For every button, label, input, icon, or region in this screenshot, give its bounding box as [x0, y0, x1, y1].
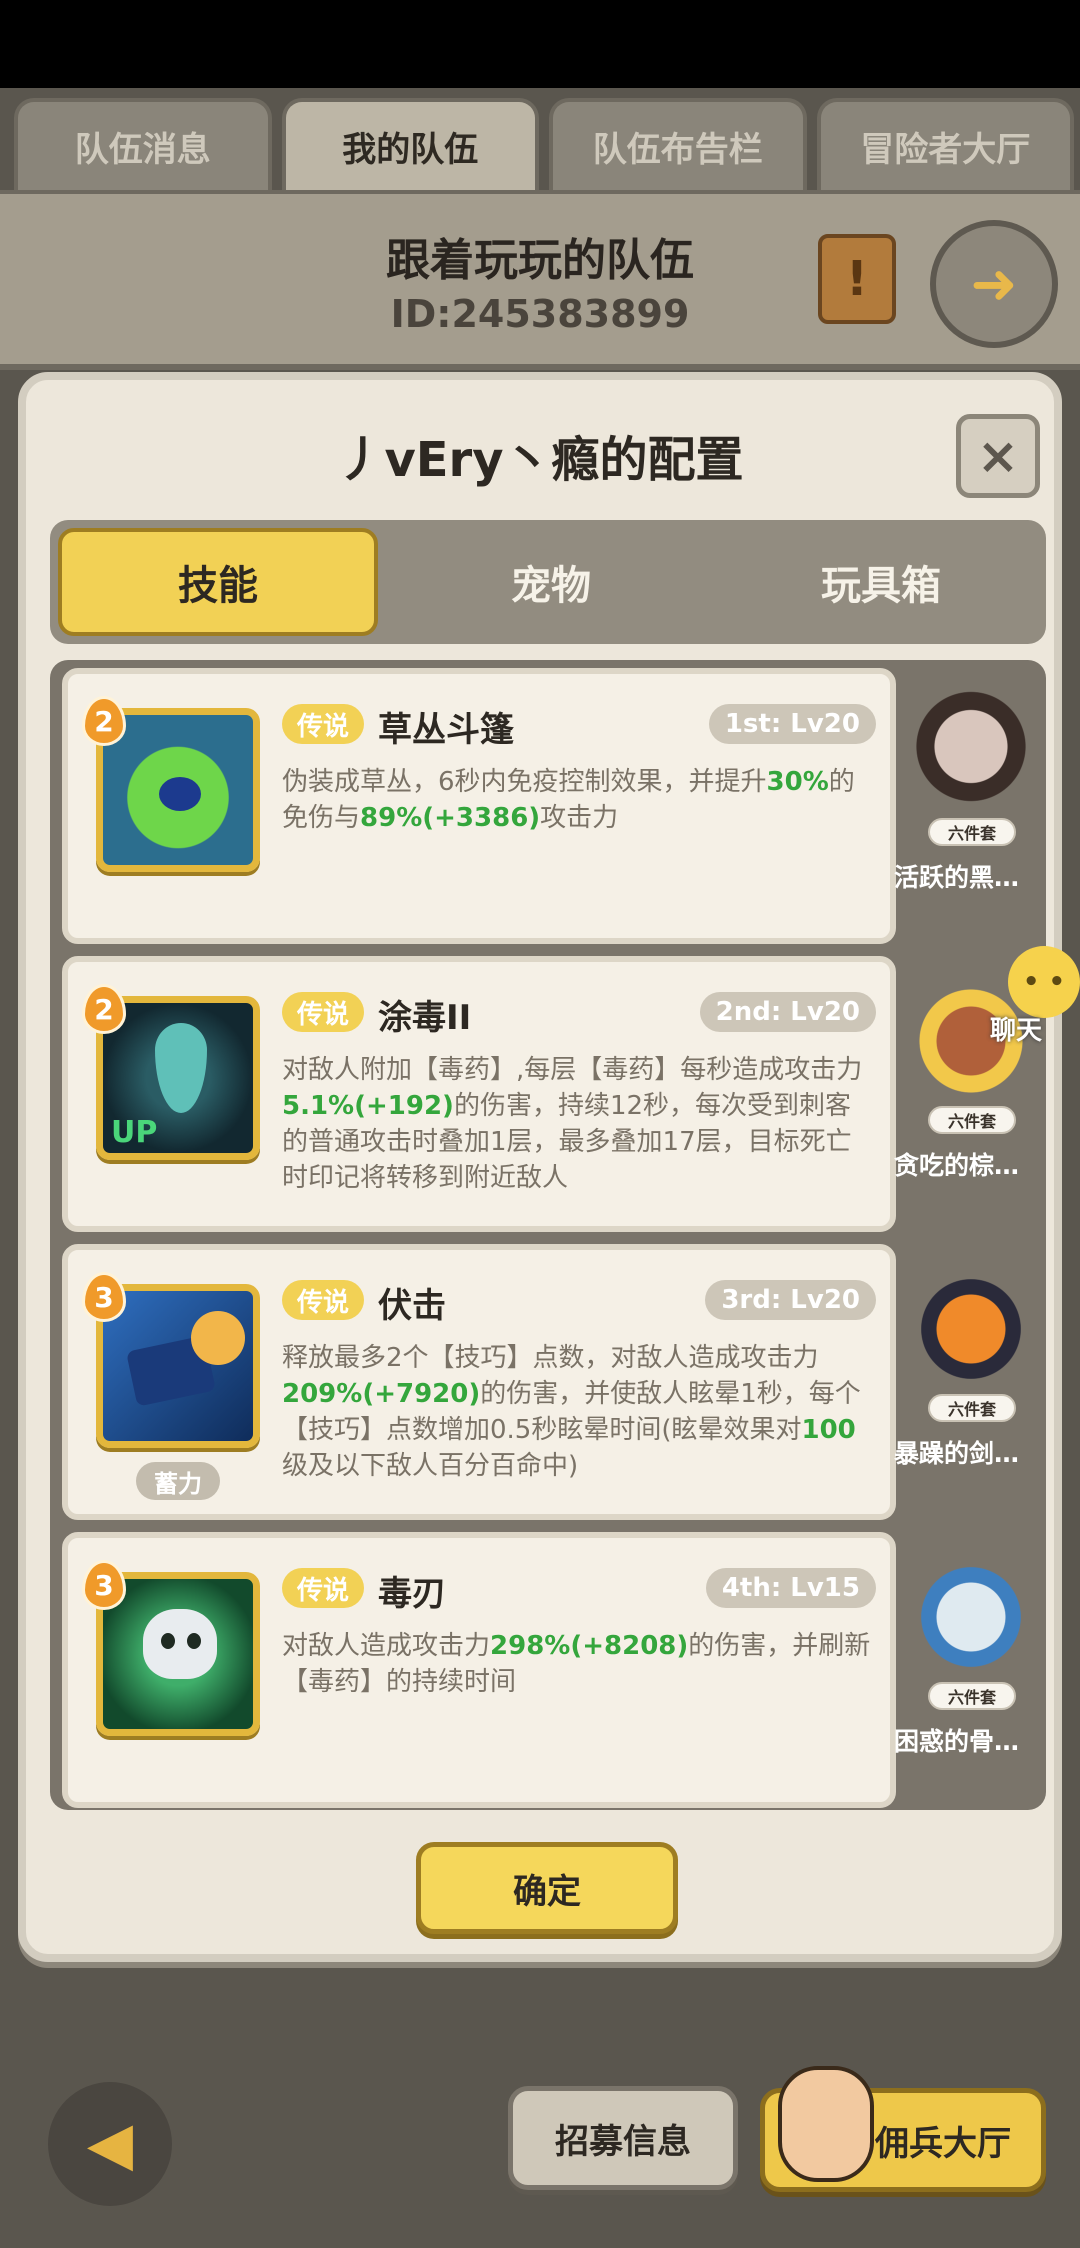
skill-level: 1st: Lv20 [708, 704, 876, 744]
swordsman-pet-icon [916, 1264, 1026, 1394]
tab-team-messages[interactable]: 队伍消息 [14, 98, 272, 190]
skill-name: 毒刃 [378, 1574, 446, 1614]
boar-pet-icon [916, 688, 1026, 818]
chat-face-icon[interactable]: • • [1008, 946, 1080, 1018]
tab-skills[interactable]: 技能 [58, 528, 378, 636]
skill-name: 伏击 [378, 1286, 446, 1326]
set-tag: 六件套 [928, 1106, 1016, 1134]
rarity-badge: 传说 [282, 992, 364, 1032]
rank-badge: 3 [82, 1560, 126, 1610]
team-id: ID:245383899 [390, 292, 690, 336]
skill-card[interactable]: 2 传说 草丛斗篷 1st: Lv20 伪装成草丛，6秒内免疫控制效果，并提升3… [62, 668, 896, 944]
set-tag: 六件套 [928, 818, 1016, 846]
tab-toybox[interactable]: 玩具箱 [716, 520, 1046, 644]
mercenary-avatar-icon [778, 2066, 874, 2182]
exit-team-icon[interactable]: ➜ [930, 220, 1058, 348]
skill-description: 伪装成草丛，6秒内免疫控制效果，并提升30%的免伤与89%(+3386)攻击力 [282, 767, 855, 833]
team-header: 跟着玩玩的队伍 ID:245383899 ! ➜ [0, 190, 1080, 370]
rarity-badge: 传说 [282, 1280, 364, 1320]
set-tag: 六件套 [928, 1394, 1016, 1422]
notice-scroll-icon[interactable]: ! [818, 234, 896, 324]
mercenary-hall-label: 佣兵大厅 [875, 2123, 1011, 2164]
tab-my-team[interactable]: 我的队伍 [281, 98, 539, 190]
pet-name: 活跃的黑… [894, 863, 1020, 892]
back-arrow-icon[interactable]: ◀ [48, 2082, 172, 2206]
team-name: 跟着玩玩的队伍 [386, 235, 694, 286]
config-modal: 丿vEry丶瘾的配置 × 技能 宠物 玩具箱 2 传说 草丛斗篷 1st: Lv… [18, 372, 1062, 1962]
skill-level: 2nd: Lv20 [699, 992, 876, 1032]
tab-adventurer-hall[interactable]: 冒险者大厅 [816, 98, 1074, 190]
modal-title: 丿vEry丶瘾的配置 [336, 432, 744, 488]
pet-name: 暴躁的剑… [894, 1439, 1020, 1468]
rank-badge: 2 [82, 984, 126, 1034]
skill-description: 释放最多2个【技巧】点数，对敌人造成攻击力209%(+7920)的伤害，并使敌人… [282, 1343, 861, 1481]
confirm-button[interactable]: 确定 [416, 1842, 678, 1934]
skill-card[interactable]: 3 传说 毒刃 4th: Lv15 对敌人造成攻击力298%(+8208)的伤害… [62, 1532, 896, 1808]
rank-badge: 3 [82, 1272, 126, 1322]
pet-slot[interactable]: 六件套 暴躁的剑… [894, 1244, 1040, 1520]
pet-name: 困惑的骨… [894, 1727, 1020, 1756]
skill-name: 草丛斗篷 [378, 710, 514, 750]
skill-level: 4th: Lv15 [705, 1568, 876, 1608]
tab-team-board[interactable]: 队伍布告栏 [549, 98, 807, 190]
rarity-badge: 传说 [282, 1568, 364, 1608]
dragon-pet-icon [916, 1552, 1026, 1682]
close-button[interactable]: × [956, 414, 1040, 498]
skill-card[interactable]: 3 蓄力 传说 伏击 3rd: Lv20 释放最多2个【技巧】点数，对敌人造成攻… [62, 1244, 896, 1520]
recruit-info-button[interactable]: 招募信息 [508, 2086, 738, 2190]
pet-name: 贪吃的棕… [894, 1151, 1020, 1180]
skill-name: 涂毒II [378, 998, 472, 1038]
config-tabs: 技能 宠物 玩具箱 [50, 520, 1046, 644]
top-tab-bar: 队伍消息 我的队伍 队伍布告栏 冒险者大厅 [14, 98, 1074, 190]
tab-pets[interactable]: 宠物 [386, 520, 716, 644]
skill-card[interactable]: UP 2 传说 涂毒II 2nd: Lv20 对敌人附加【毒药】,每层【毒药】每… [62, 956, 896, 1232]
skill-description: 对敌人造成攻击力298%(+8208)的伤害，并刷新【毒药】的持续时间 [282, 1631, 871, 1697]
rarity-badge: 传说 [282, 704, 364, 744]
skill-description: 对敌人附加【毒药】,每层【毒药】每秒造成攻击力5.1%(+192)的伤害，持续1… [282, 1055, 863, 1193]
pet-slot[interactable]: 六件套 活跃的黑… [894, 668, 1040, 944]
pet-slot[interactable]: 六件套 困惑的骨… [894, 1532, 1040, 1808]
set-tag: 六件套 [928, 1682, 1016, 1710]
chat-label[interactable]: 聊天 [990, 1010, 1042, 1047]
skill-list: 2 传说 草丛斗篷 1st: Lv20 伪装成草丛，6秒内免疫控制效果，并提升3… [50, 660, 1046, 1810]
charge-tag: 蓄力 [136, 1462, 220, 1500]
rank-badge: 2 [82, 696, 126, 746]
status-bar [0, 0, 1080, 88]
skill-level: 3rd: Lv20 [705, 1280, 876, 1320]
